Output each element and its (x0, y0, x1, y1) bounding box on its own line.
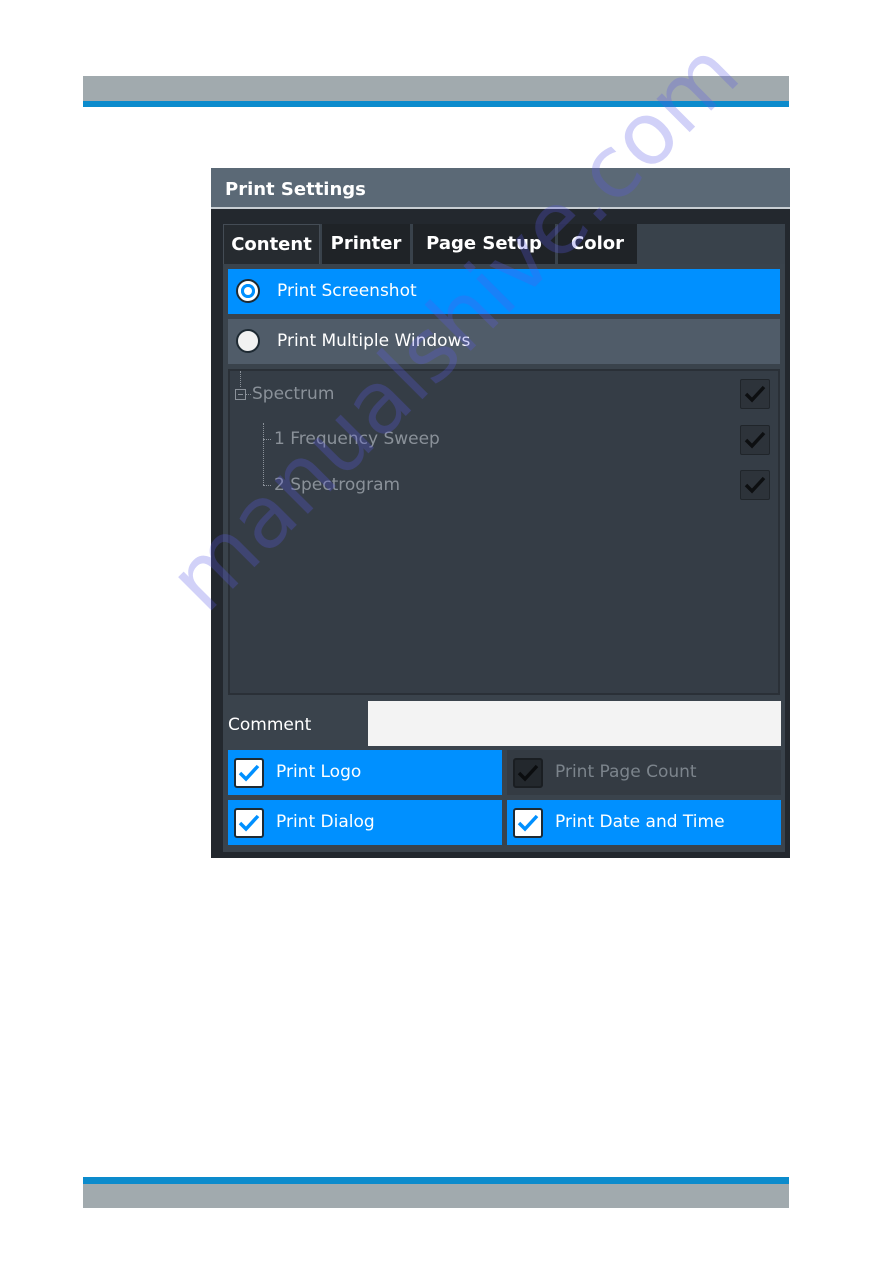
comment-label: Comment (228, 715, 312, 735)
print-dialog-label: Print Dialog (276, 812, 375, 832)
tree-item-spectrum[interactable]: Spectrum (252, 384, 334, 404)
checkmark-icon (238, 814, 260, 832)
radio-unselected-icon[interactable] (236, 329, 260, 353)
dialog-panel: Content Printer Page Setup Color Print S… (223, 224, 785, 852)
tree-connector (246, 394, 251, 395)
tree-connector (263, 485, 271, 486)
page-footer-rule (83, 1177, 789, 1184)
tab-page-setup[interactable]: Page Setup (413, 224, 555, 264)
print-page-count-option[interactable]: Print Page Count (507, 750, 781, 795)
checkmark-icon (238, 764, 260, 782)
dialog-title: Print Settings (225, 179, 366, 200)
spectrum-checkbox[interactable] (740, 379, 770, 409)
print-logo-option[interactable]: Print Logo (228, 750, 502, 795)
print-dialog-checkbox[interactable] (234, 808, 264, 838)
window-tree: Spectrum 1 Frequency Sweep 2 Spectrogram (228, 369, 780, 695)
page-header-rule (83, 101, 789, 107)
tree-connector (263, 423, 264, 485)
comment-input[interactable] (368, 701, 781, 746)
print-date-time-checkbox[interactable] (513, 808, 543, 838)
spectrogram-checkbox[interactable] (740, 470, 770, 500)
collapse-icon[interactable] (235, 389, 246, 400)
print-screenshot-option[interactable]: Print Screenshot (228, 269, 780, 314)
tab-bar: Content Printer Page Setup Color (223, 224, 785, 264)
page-header-band (83, 76, 789, 101)
tab-printer[interactable]: Printer (322, 224, 410, 264)
page-footer-band (83, 1184, 789, 1208)
print-screenshot-label: Print Screenshot (277, 281, 417, 301)
print-dialog-option[interactable]: Print Dialog (228, 800, 502, 845)
checkmark-icon (744, 385, 766, 403)
tab-content[interactable]: Content (223, 224, 320, 264)
print-page-count-checkbox[interactable] (513, 758, 543, 788)
dialog-title-bar: Print Settings (211, 168, 790, 209)
print-logo-checkbox[interactable] (234, 758, 264, 788)
print-date-time-label: Print Date and Time (555, 812, 725, 832)
print-multiple-windows-option[interactable]: Print Multiple Windows (228, 319, 780, 364)
tree-item-spectrogram[interactable]: 2 Spectrogram (274, 475, 400, 495)
checkmark-icon (744, 476, 766, 494)
print-settings-dialog: Print Settings Content Printer Page Setu… (211, 168, 790, 858)
tree-connector (240, 371, 241, 387)
tree-connector (263, 439, 271, 440)
print-date-time-option[interactable]: Print Date and Time (507, 800, 781, 845)
checkmark-icon (744, 431, 766, 449)
checkmark-icon (517, 764, 539, 782)
print-logo-label: Print Logo (276, 762, 362, 782)
print-page-count-label: Print Page Count (555, 762, 697, 782)
frequency-sweep-checkbox[interactable] (740, 425, 770, 455)
checkmark-icon (517, 814, 539, 832)
radio-selected-icon[interactable] (236, 279, 260, 303)
tree-item-frequency-sweep[interactable]: 1 Frequency Sweep (274, 429, 440, 449)
tab-color[interactable]: Color (558, 224, 637, 264)
print-multiple-windows-label: Print Multiple Windows (277, 331, 471, 351)
